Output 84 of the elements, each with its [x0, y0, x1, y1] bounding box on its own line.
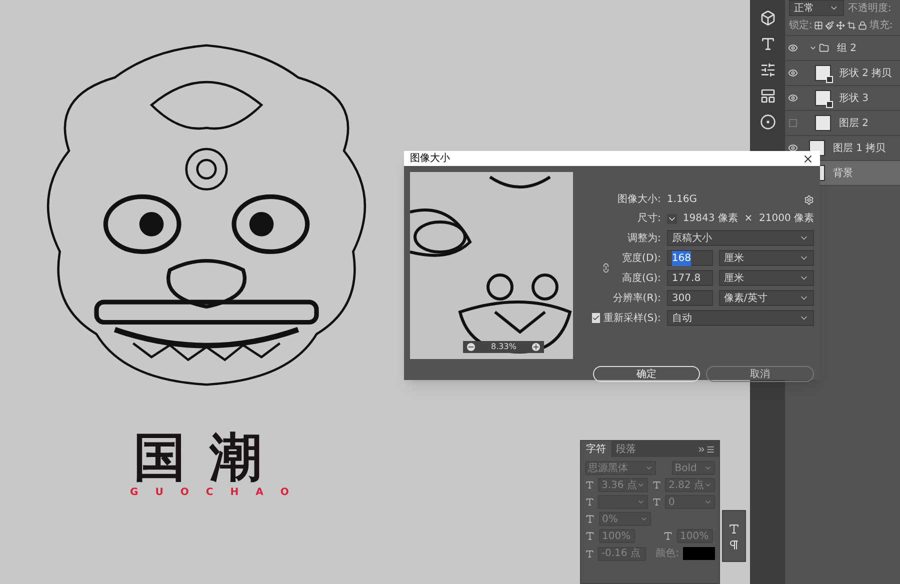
field-label: 高度(G): [621, 272, 661, 286]
field-label: 图像大小: [616, 192, 661, 207]
layer-name: 背景 [833, 166, 853, 180]
layer-name: 图层 1 拷贝 [833, 142, 886, 156]
ok-button[interactable]: 确定 [592, 366, 700, 382]
caret-icon [704, 481, 712, 489]
blend-mode-dropdown[interactable]: 正常 [789, 0, 844, 16]
image-size-value: 1.16G [666, 193, 698, 207]
close-icon[interactable] [802, 152, 814, 164]
window-title: 图像大小 [410, 152, 450, 166]
adjustment-icon[interactable] [760, 114, 776, 130]
crop-icon[interactable] [847, 21, 856, 30]
unit-dropdown[interactable]: 厘米 [718, 270, 814, 286]
subtitle-letter: G [130, 486, 138, 500]
layer-name: 形状 2 拷贝 [839, 66, 892, 80]
field-label: 分辨率(R): [612, 292, 661, 306]
zoom-out-icon[interactable] [467, 343, 475, 351]
layout-icon[interactable] [760, 88, 776, 104]
subtitle-letter: A [256, 486, 264, 500]
fill-label: 填充: [869, 18, 893, 33]
expand-icon[interactable] [697, 444, 706, 454]
checkbox-label: 重新采样(S): [603, 312, 661, 326]
input-field[interactable]: 177.8 [666, 270, 713, 286]
link-icon[interactable] [600, 263, 611, 273]
fit-dropdown[interactable]: 原稿大小 [666, 230, 814, 246]
caret-icon [704, 464, 712, 472]
input-field[interactable]: 300 [666, 290, 713, 306]
resample-dropdown[interactable]: 自动 [666, 310, 814, 326]
layer-row[interactable]: 图层 2 [785, 111, 900, 136]
subtitle-letter: C [206, 486, 214, 500]
checkbox[interactable] [592, 313, 600, 323]
unit-dropdown[interactable]: 厘米 [718, 250, 814, 266]
zoom-in-icon[interactable] [532, 343, 540, 351]
type-icon[interactable] [760, 36, 776, 52]
field-label: 调整为: [626, 232, 661, 246]
caret-icon[interactable] [666, 214, 677, 224]
subtitle-letter: U [155, 486, 164, 500]
poster-title: 国潮 [133, 432, 286, 484]
panel-tab[interactable]: 字符 [581, 441, 611, 457]
dimensions-value: 19843 像素 × 21000 像素 [682, 212, 814, 226]
unit-dropdown[interactable]: 像素/英寸 [718, 290, 814, 306]
vector-mask-badge [826, 101, 833, 108]
paragraph-icon[interactable] [728, 539, 740, 551]
folder-icon [819, 43, 829, 53]
subtitle-letter: H [230, 486, 239, 500]
subtitle-letter: O [180, 486, 189, 500]
visibility-toggle[interactable] [789, 119, 797, 127]
lock-label: 锁定: [789, 18, 812, 33]
settings-icon[interactable] [804, 194, 814, 204]
lock-pixels-icon[interactable] [814, 21, 824, 30]
sliders-icon[interactable] [760, 62, 776, 78]
lock-icon[interactable] [858, 21, 868, 30]
move-icon[interactable] [836, 21, 846, 30]
layer-row[interactable]: 形状 3 [785, 86, 900, 111]
expand-icon[interactable] [809, 44, 817, 52]
caret-icon [640, 515, 648, 523]
kerning-field[interactable] [598, 495, 648, 509]
visibility-icon[interactable] [788, 143, 798, 153]
subtitle-letter: O [280, 486, 289, 500]
menu-icon[interactable] [706, 444, 715, 454]
layer-name: 形状 3 [839, 92, 869, 106]
visibility-icon[interactable] [788, 68, 798, 78]
cube-icon[interactable] [760, 10, 776, 26]
visibility-icon[interactable] [788, 93, 798, 103]
caret-icon [644, 464, 653, 472]
caret-icon [637, 498, 645, 506]
field-label: 尺寸: [636, 212, 661, 226]
layer-name: 组 2 [837, 42, 857, 56]
layer-row[interactable]: 形状 2 拷贝 [785, 61, 900, 86]
character-icon[interactable] [728, 523, 740, 535]
opacity-label: 不透明度: [848, 2, 892, 16]
layer-name: 图层 2 [839, 116, 869, 130]
layer-row[interactable]: 组 2 [785, 36, 900, 61]
color-swatch[interactable] [683, 547, 715, 560]
panel-tab[interactable]: 段落 [611, 441, 641, 457]
field-label: 宽度(D): [621, 252, 661, 266]
layer-thumbnail [815, 115, 831, 131]
caret-icon [637, 481, 645, 489]
input-field[interactable]: 168 [666, 250, 713, 266]
brush-icon[interactable] [825, 21, 834, 30]
zoom-level: 8.33% [490, 341, 518, 353]
visibility-icon[interactable] [788, 43, 798, 53]
caret-icon [704, 498, 712, 506]
vector-mask-badge [826, 76, 833, 83]
